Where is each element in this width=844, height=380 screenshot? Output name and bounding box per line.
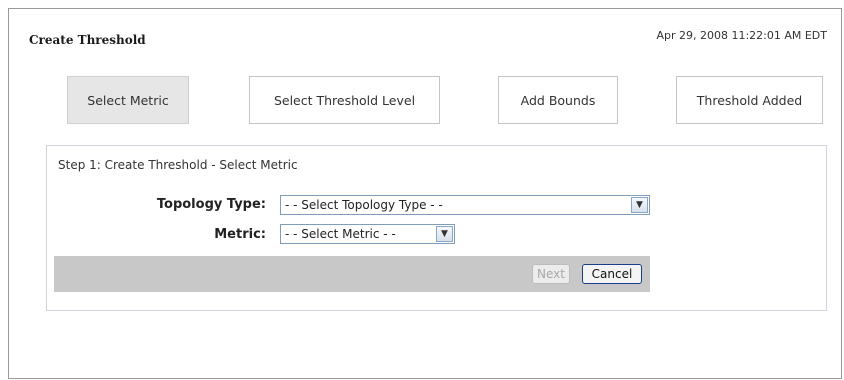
step-panel: Step 1: Create Threshold - Select Metric… bbox=[46, 145, 827, 311]
step-label: Select Metric bbox=[87, 92, 169, 108]
metric-select[interactable]: - - Select Metric - - ▼ bbox=[280, 224, 455, 244]
step-label: Select Threshold Level bbox=[273, 92, 416, 108]
page-title: Create Threshold bbox=[29, 33, 146, 47]
topology-type-value: - - Select Topology Type - - bbox=[285, 198, 443, 212]
step-label: Add Bounds bbox=[520, 92, 596, 108]
metric-label: Metric: bbox=[214, 227, 266, 242]
step-label: Threshold Added bbox=[696, 92, 803, 108]
topology-type-label: Topology Type: bbox=[156, 197, 266, 212]
step-select-metric[interactable]: Select Metric bbox=[67, 76, 189, 124]
next-button[interactable]: Next bbox=[532, 264, 570, 284]
chevron-down-icon[interactable]: ▼ bbox=[436, 226, 453, 242]
step-threshold-added[interactable]: Threshold Added bbox=[676, 76, 823, 124]
topology-type-select[interactable]: - - Select Topology Type - - ▼ bbox=[280, 195, 650, 215]
step-select-threshold-level[interactable]: Select Threshold Level bbox=[249, 76, 440, 124]
step-add-bounds[interactable]: Add Bounds bbox=[498, 76, 618, 124]
timestamp: Apr 29, 2008 11:22:01 AM EDT bbox=[656, 29, 827, 42]
panel-header: Step 1: Create Threshold - Select Metric bbox=[58, 158, 298, 172]
create-threshold-frame: Create Threshold Apr 29, 2008 11:22:01 A… bbox=[8, 8, 842, 379]
cancel-button[interactable]: Cancel bbox=[582, 264, 642, 284]
button-bar: Next Cancel bbox=[54, 256, 650, 292]
chevron-down-icon[interactable]: ▼ bbox=[631, 197, 648, 213]
metric-value: - - Select Metric - - bbox=[285, 227, 396, 241]
